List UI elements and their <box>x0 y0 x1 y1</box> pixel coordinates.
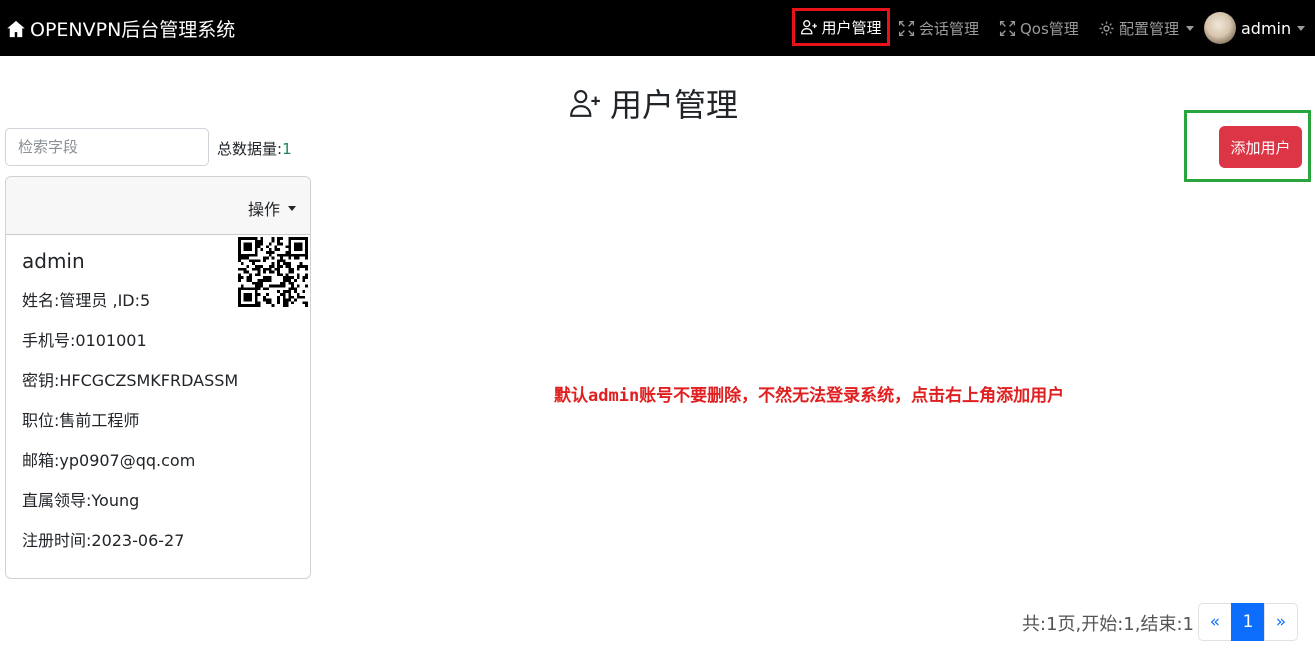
qr-code[interactable] <box>238 237 308 307</box>
pagination-next[interactable]: » <box>1264 603 1298 641</box>
avatar[interactable] <box>1204 12 1236 44</box>
field-position: 职位:售前工程师 <box>22 411 140 430</box>
notice-text: 默认admin账号不要删除，不然无法登录系统，点击右上角添加用户 <box>554 386 1065 406</box>
field-secret: 密钥:HFCGCZSMKFRDASSM <box>22 371 239 390</box>
pagination-info: 共:1页,开始:1,结束:1 <box>1022 614 1194 635</box>
pagination: « 1 » <box>1198 603 1298 641</box>
nav-label: 配置管理 <box>1119 19 1180 38</box>
home-icon <box>7 20 25 37</box>
brand[interactable]: OPENVPN后台管理系统 <box>6 15 235 42</box>
user-card: 操作 admin 姓名:管理员 ,ID:5 手机号:0101001 密钥:HFC… <box>5 176 311 579</box>
fullscreen-icon <box>999 20 1016 36</box>
pagination-prev[interactable]: « <box>1198 603 1232 641</box>
field-email: 邮箱:yp0907@qq.com <box>22 451 196 470</box>
total-label: 总数据量: <box>217 140 283 158</box>
fullscreen-icon <box>898 20 915 36</box>
chevron-down-icon <box>1297 25 1306 31</box>
card-username: admin <box>22 249 85 273</box>
nav-label: 用户管理 <box>821 18 882 37</box>
chevron-down-icon <box>1186 25 1195 31</box>
user-menu[interactable]: admin <box>1241 0 1306 56</box>
page-title-text: 用户管理 <box>610 86 739 124</box>
card-header: 操作 <box>6 177 310 235</box>
gear-icon <box>1099 21 1114 35</box>
pagination-page[interactable]: 1 <box>1231 603 1265 641</box>
nav-user-management[interactable]: 用户管理 <box>792 8 890 46</box>
operations-dropdown[interactable]: 操作 <box>248 196 296 220</box>
page-title: 用户管理 <box>568 80 738 126</box>
total-value: 1 <box>282 140 292 158</box>
search-input[interactable] <box>5 128 209 166</box>
nav-qos-management[interactable]: Qos管理 <box>999 0 1079 56</box>
add-user-button[interactable]: 添加用户 <box>1219 126 1302 168</box>
nav-label: 会话管理 <box>919 19 980 38</box>
person-plus-icon <box>801 20 818 35</box>
total-count: 总数据量:1 <box>217 138 292 159</box>
nav-session-management[interactable]: 会话管理 <box>898 0 979 56</box>
person-plus-icon <box>570 90 600 117</box>
user-name: admin <box>1241 18 1292 38</box>
field-register-date: 注册时间:2023-06-27 <box>22 531 185 550</box>
brand-title: OPENVPN后台管理系统 <box>30 19 236 41</box>
field-phone: 手机号:0101001 <box>22 331 147 350</box>
operations-label: 操作 <box>247 200 280 219</box>
field-name-id: 姓名:管理员 ,ID:5 <box>22 291 151 310</box>
navbar: OPENVPN后台管理系统 用户管理 会话管理 Qos管理 配置管理 admin <box>0 0 1315 56</box>
chevron-down-icon <box>288 205 296 211</box>
nav-config-management[interactable]: 配置管理 <box>1098 0 1195 56</box>
nav-label: Qos管理 <box>1020 19 1079 38</box>
field-manager: 直属领导:Young <box>22 491 140 510</box>
